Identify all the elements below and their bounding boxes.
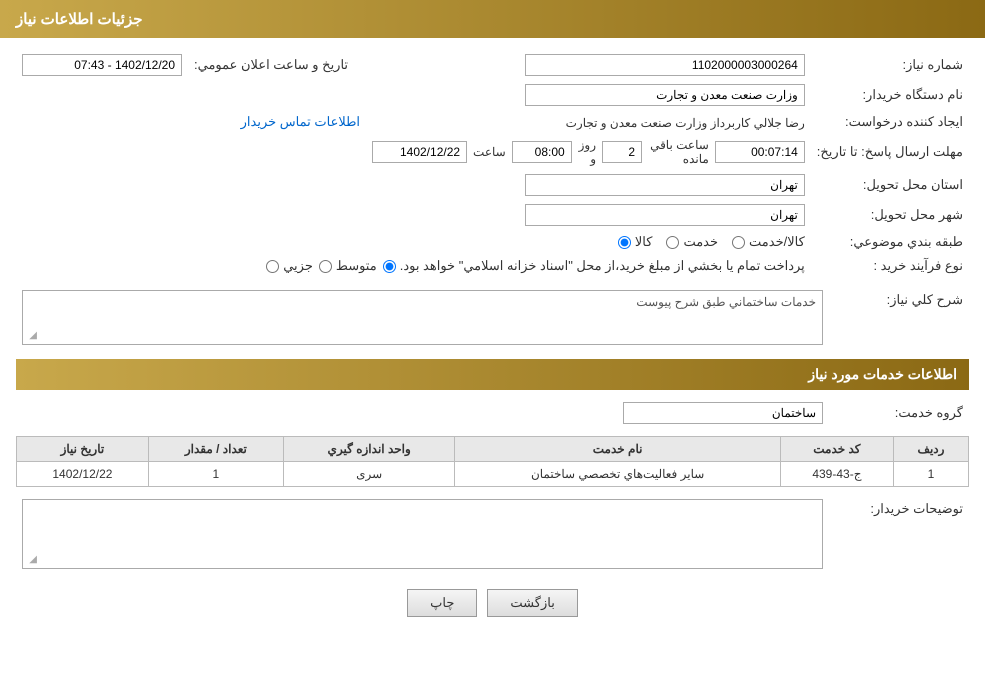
days-label: روز و xyxy=(578,138,596,166)
send-deadline-cell: ساعت باقي مانده روز و ساعت xyxy=(366,134,811,170)
col-header-date: تاريخ نياز xyxy=(17,437,149,462)
service-group-label: گروه خدمت: xyxy=(829,398,969,428)
process-type-cell: پرداخت تمام يا بخشي از مبلغ خريد،از محل … xyxy=(16,254,811,278)
cell-rownum: 1 xyxy=(893,462,968,487)
remaining-time-label: ساعت باقي مانده xyxy=(648,138,709,166)
need-summary-text: خدمات ساختماني طبق شرح پيوست xyxy=(636,295,816,309)
info-table: شماره نياز: تاريخ و ساعت اعلان عمومي: نا… xyxy=(16,50,969,278)
service-group-input[interactable] xyxy=(623,402,823,424)
need-summary-table: شرح كلي نياز: خدمات ساختماني طبق شرح پيو… xyxy=(16,286,969,349)
buyer-desc-label: توضيحات خريدار: xyxy=(829,495,969,573)
remaining-time-input[interactable] xyxy=(715,141,805,163)
category-kala-label: كالا xyxy=(635,234,653,250)
col-header-unit: واحد اندازه گيري xyxy=(283,437,454,462)
category-label: طبقه بندي موضوعي: xyxy=(811,230,969,254)
process-motavasset-label: متوسط xyxy=(336,258,377,274)
cell-date: 1402/12/22 xyxy=(17,462,149,487)
process-type-label: نوع فرآيند خريد : xyxy=(811,254,969,278)
action-buttons: بازگشت چاپ xyxy=(16,589,969,617)
time-input[interactable] xyxy=(512,141,572,163)
category-kala-khidmat-radio[interactable] xyxy=(732,236,745,249)
services-data-table: رديف كد خدمت نام خدمت واحد اندازه گيري ت… xyxy=(16,436,969,487)
buyer-org-cell xyxy=(366,80,811,110)
main-content: شماره نياز: تاريخ و ساعت اعلان عمومي: نا… xyxy=(0,38,985,645)
print-button[interactable]: چاپ xyxy=(407,589,477,617)
page-wrapper: جزئيات اطلاعات نياز شماره نياز: تاريخ و … xyxy=(0,0,985,691)
process-esnad-label: پرداخت تمام يا بخشي از مبلغ خريد،از محل … xyxy=(400,258,805,274)
process-esnad-radio[interactable] xyxy=(383,260,396,273)
buyer-desc-resize: ◢ xyxy=(25,554,37,566)
delivery-city-cell xyxy=(366,200,811,230)
process-esnad[interactable]: پرداخت تمام يا بخشي از مبلغ خريد،از محل … xyxy=(383,258,805,274)
cell-unit: سرى xyxy=(283,462,454,487)
process-motavasset-radio[interactable] xyxy=(319,260,332,273)
need-number-label: شماره نياز: xyxy=(811,50,969,80)
send-deadline-label: مهلت ارسال پاسخ: تا تاريخ: xyxy=(811,134,969,170)
delivery-city-label: شهر محل تحويل: xyxy=(811,200,969,230)
back-button[interactable]: بازگشت xyxy=(487,589,577,617)
services-section-header: اطلاعات خدمات مورد نياز xyxy=(16,359,969,390)
announce-datetime-label: تاريخ و ساعت اعلان عمومي: xyxy=(188,50,354,80)
delivery-province-label: استان محل تحويل: xyxy=(811,170,969,200)
resize-handle: ◢ xyxy=(25,330,37,342)
buyer-desc-area: ◢ xyxy=(22,499,823,569)
announce-datetime-input[interactable] xyxy=(22,54,182,76)
buyer-desc-table: توضيحات خريدار: ◢ xyxy=(16,495,969,573)
need-summary-cell: خدمات ساختماني طبق شرح پيوست ◢ xyxy=(16,286,829,349)
creator-label: ايجاد كننده درخواست: xyxy=(811,110,969,134)
page-header: جزئيات اطلاعات نياز xyxy=(0,0,985,38)
time-label: ساعت xyxy=(473,145,506,159)
category-kala[interactable]: كالا xyxy=(618,234,653,250)
buyer-org-label: نام دستگاه خريدار: xyxy=(811,80,969,110)
page-title: جزئيات اطلاعات نياز xyxy=(16,11,143,28)
buyer-desc-cell: ◢ xyxy=(16,495,829,573)
cell-name: ساير فعاليت‌هاي تخصصي ساختمان xyxy=(455,462,780,487)
col-header-name: نام خدمت xyxy=(455,437,780,462)
delivery-city-input[interactable] xyxy=(525,204,805,226)
creator-name: رضا جلالي كاربرداز وزارت صنعت معدن و تجا… xyxy=(566,116,805,130)
process-motavasset[interactable]: متوسط xyxy=(319,258,377,274)
category-kala-radio[interactable] xyxy=(618,236,631,249)
category-cell: كالا/خدمت خدمت كالا xyxy=(366,230,811,254)
col-header-code: كد خدمت xyxy=(780,437,893,462)
deadline-date-input[interactable] xyxy=(372,141,467,163)
need-summary-label: شرح كلي نياز: xyxy=(829,286,969,349)
category-khidmat-label: خدمت xyxy=(683,234,718,250)
category-khidmat-radio[interactable] xyxy=(666,236,679,249)
creator-cell: رضا جلالي كاربرداز وزارت صنعت معدن و تجا… xyxy=(366,110,811,134)
days-input[interactable] xyxy=(602,141,642,163)
service-group-cell xyxy=(16,398,829,428)
cell-code: ج-43-439 xyxy=(780,462,893,487)
buyer-org-input[interactable] xyxy=(525,84,805,106)
process-jozii-radio[interactable] xyxy=(266,260,279,273)
category-khidmat[interactable]: خدمت xyxy=(666,234,718,250)
process-jozii[interactable]: جزيي xyxy=(266,258,313,274)
table-row: 1 ج-43-439 ساير فعاليت‌هاي تخصصي ساختمان… xyxy=(17,462,969,487)
delivery-province-input[interactable] xyxy=(525,174,805,196)
service-group-table: گروه خدمت: xyxy=(16,398,969,428)
announce-datetime-cell xyxy=(16,50,188,80)
cell-quantity: 1 xyxy=(148,462,283,487)
buyer-contact-link[interactable]: اطلاعات تماس خريدار xyxy=(241,114,360,129)
category-kala-khidmat[interactable]: كالا/خدمت xyxy=(732,234,805,250)
delivery-province-cell xyxy=(366,170,811,200)
need-number-input[interactable] xyxy=(525,54,805,76)
col-header-quantity: تعداد / مقدار xyxy=(148,437,283,462)
process-jozii-label: جزيي xyxy=(283,258,313,274)
col-header-rownum: رديف xyxy=(893,437,968,462)
need-summary-area: خدمات ساختماني طبق شرح پيوست ◢ xyxy=(22,290,823,345)
category-kala-khidmat-label: كالا/خدمت xyxy=(749,234,805,250)
need-number-cell xyxy=(366,50,811,80)
